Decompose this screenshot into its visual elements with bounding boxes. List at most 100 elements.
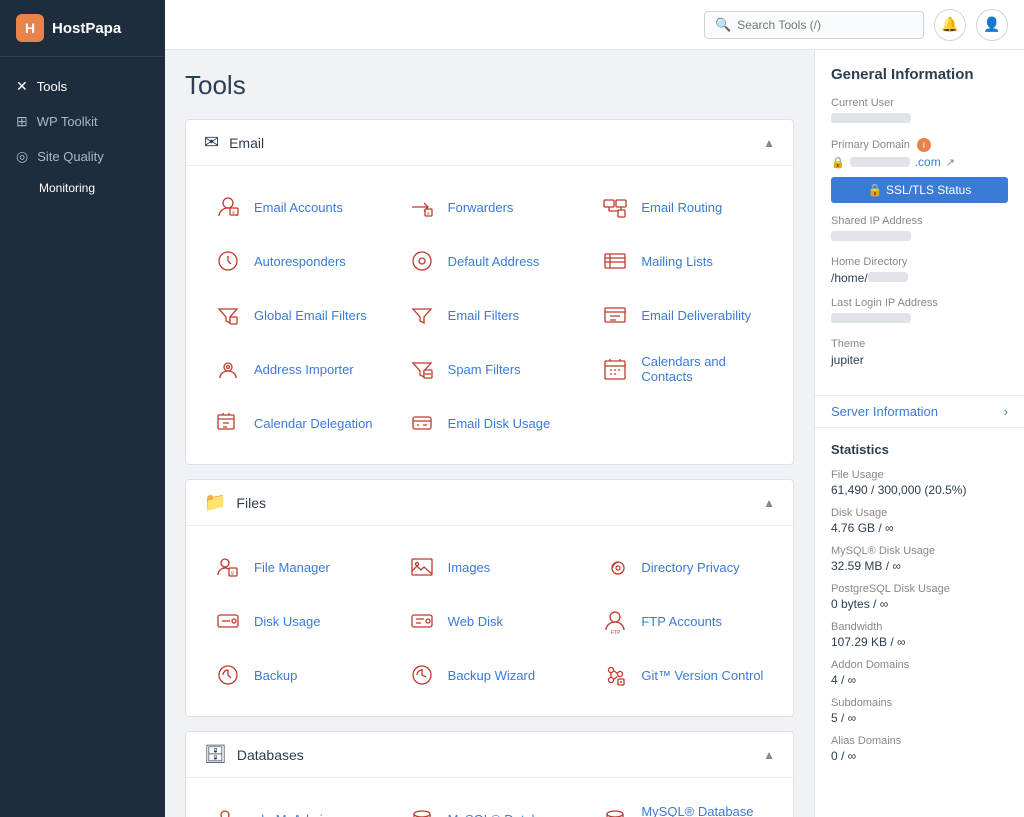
notifications-button[interactable]: 🔔 (934, 9, 966, 41)
forwarders-icon: ≡ (406, 191, 438, 223)
files-section-icon: 📁 (204, 492, 226, 513)
calendars-contacts-icon (599, 353, 631, 385)
stat-value-subdomains: 5 / ∞ (831, 711, 1008, 725)
server-info-row[interactable]: Server Information › (815, 396, 1024, 428)
tool-backup-wizard-label: Backup Wizard (448, 668, 535, 683)
tool-backup-wizard[interactable]: Backup Wizard (398, 650, 582, 700)
sidebar-item-monitoring[interactable]: Monitoring (0, 174, 165, 202)
brand-name: HostPapa (52, 20, 121, 37)
tool-web-disk-label: Web Disk (448, 614, 503, 629)
stat-label-addon-domains: Addon Domains (831, 659, 1008, 671)
tool-git-version-control[interactable]: Git™ Version Control (591, 650, 775, 700)
tool-directory-privacy-label: Directory Privacy (641, 560, 739, 575)
primary-domain-label: Primary Domain i (831, 138, 1008, 152)
tool-phpmyadmin[interactable]: P phpMyAdmin (204, 794, 388, 817)
databases-section-header[interactable]: 🗄 Databases ▲ (186, 732, 793, 778)
tool-mysql-database-wizard[interactable]: MySQL® Database Wizard (591, 794, 775, 817)
tool-file-manager[interactable]: ≡ File Manager (204, 542, 388, 592)
stat-label-bandwidth: Bandwidth (831, 621, 1008, 633)
files-section-toggle: ▲ (763, 496, 775, 510)
stat-label-alias-domains: Alias Domains (831, 735, 1008, 747)
databases-tools-grid: P phpMyAdmin MySQL® Databases (204, 794, 775, 817)
stat-value-addon-domains: 4 / ∞ (831, 673, 1008, 687)
current-user-blurred (831, 113, 911, 123)
sidebar-item-sitequality[interactable]: ◎ Site Quality (0, 139, 165, 174)
files-section-title: Files (236, 495, 266, 511)
stat-value-alias-domains: 0 / ∞ (831, 749, 1008, 763)
tool-mailing-lists[interactable]: Mailing Lists (591, 236, 775, 286)
tool-backup[interactable]: Backup (204, 650, 388, 700)
email-deliverability-icon (599, 299, 631, 331)
tool-calendars-contacts[interactable]: Calendars and Contacts (591, 344, 775, 394)
stat-value-file-usage: 61,490 / 300,000 (20.5%) (831, 483, 1008, 497)
sidebar-item-wptoolkit[interactable]: ⊞ WP Toolkit (0, 104, 165, 139)
tool-email-deliverability[interactable]: Email Deliverability (591, 290, 775, 340)
tool-email-routing-label: Email Routing (641, 200, 722, 215)
databases-section-title-area: 🗄 Databases (204, 744, 304, 765)
tool-default-address-label: Default Address (448, 254, 540, 269)
tool-email-routing[interactable]: Email Routing (591, 182, 775, 232)
tool-calendar-delegation[interactable]: Calendar Delegation (204, 398, 388, 448)
search-box[interactable]: 🔍 (704, 11, 924, 39)
tool-disk-usage[interactable]: Disk Usage (204, 596, 388, 646)
databases-section: 🗄 Databases ▲ P phpMyAdmin (185, 731, 794, 817)
directory-privacy-icon (599, 551, 631, 583)
tool-web-disk[interactable]: Web Disk (398, 596, 582, 646)
tool-directory-privacy[interactable]: Directory Privacy (591, 542, 775, 592)
domain-blurred (850, 157, 910, 167)
tool-address-importer[interactable]: Address Importer (204, 344, 388, 394)
spam-filters-icon (406, 353, 438, 385)
email-filters-icon (406, 299, 438, 331)
statistics-title: Statistics (831, 442, 1008, 457)
primary-domain-info-icon[interactable]: i (917, 138, 931, 152)
files-section-title-area: 📁 Files (204, 492, 266, 513)
email-section-icon: ✉ (204, 132, 219, 153)
tool-disk-usage-label: Disk Usage (254, 614, 320, 629)
stat-row-alias-domains: Alias Domains 0 / ∞ (831, 735, 1008, 763)
tool-email-filters[interactable]: Email Filters (398, 290, 582, 340)
email-section-header[interactable]: ✉ Email ▲ (186, 120, 793, 166)
tool-ftp-accounts[interactable]: FTP FTP Accounts (591, 596, 775, 646)
tool-email-accounts[interactable]: ≡ Email Accounts (204, 182, 388, 232)
tool-phpmyadmin-label: phpMyAdmin (254, 812, 330, 817)
stat-value-postgresql-disk: 0 bytes / ∞ (831, 597, 1008, 611)
tool-mysql-databases[interactable]: MySQL® Databases (398, 794, 582, 817)
tool-git-version-control-label: Git™ Version Control (641, 668, 763, 683)
stat-row-disk-usage: Disk Usage 4.76 GB / ∞ (831, 507, 1008, 535)
tool-autoresponders[interactable]: Autoresponders (204, 236, 388, 286)
main-content: Tools ✉ Email ▲ ≡ (165, 50, 814, 817)
tool-mysql-database-wizard-label: MySQL® Database Wizard (641, 804, 767, 817)
sidebar-item-monitoring-label: Monitoring (39, 181, 95, 195)
ssl-tls-status-button[interactable]: 🔒 SSL/TLS Status (831, 177, 1008, 203)
last-login-value (831, 312, 1008, 326)
databases-section-body: P phpMyAdmin MySQL® Databases (186, 778, 793, 817)
tool-mysql-databases-label: MySQL® Databases (448, 812, 567, 817)
stat-row-subdomains: Subdomains 5 / ∞ (831, 697, 1008, 725)
mailing-lists-icon (599, 245, 631, 277)
backup-icon (212, 659, 244, 691)
tool-email-disk-usage[interactable]: Email Disk Usage (398, 398, 582, 448)
databases-section-icon: 🗄 (204, 744, 227, 765)
sidebar-item-tools[interactable]: ✕ Tools (0, 69, 165, 104)
phpmyadmin-icon: P (212, 803, 244, 817)
stat-row-addon-domains: Addon Domains 4 / ∞ (831, 659, 1008, 687)
topbar: 🔍 🔔 👤 (165, 0, 1024, 50)
disk-usage-icon (212, 605, 244, 637)
theme-row: Theme jupiter (831, 338, 1008, 367)
files-section-header[interactable]: 📁 Files ▲ (186, 480, 793, 526)
tool-forwarders[interactable]: ≡ Forwarders (398, 182, 582, 232)
tool-spam-filters-label: Spam Filters (448, 362, 521, 377)
search-input[interactable] (737, 18, 913, 32)
tool-default-address[interactable]: Default Address (398, 236, 582, 286)
sidebar-item-tools-label: Tools (37, 79, 67, 94)
tool-global-email-filters[interactable]: Global Email Filters (204, 290, 388, 340)
shared-ip-blurred (831, 231, 911, 241)
databases-section-toggle: ▲ (763, 748, 775, 762)
files-section-body: ≡ File Manager Images (186, 526, 793, 716)
svg-text:≡: ≡ (232, 210, 235, 216)
stat-row-mysql-disk: MySQL® Disk Usage 32.59 MB / ∞ (831, 545, 1008, 573)
tool-spam-filters[interactable]: Spam Filters (398, 344, 582, 394)
user-avatar[interactable]: 👤 (976, 9, 1008, 41)
tool-images[interactable]: Images (398, 542, 582, 592)
server-info-chevron: › (1004, 404, 1008, 419)
